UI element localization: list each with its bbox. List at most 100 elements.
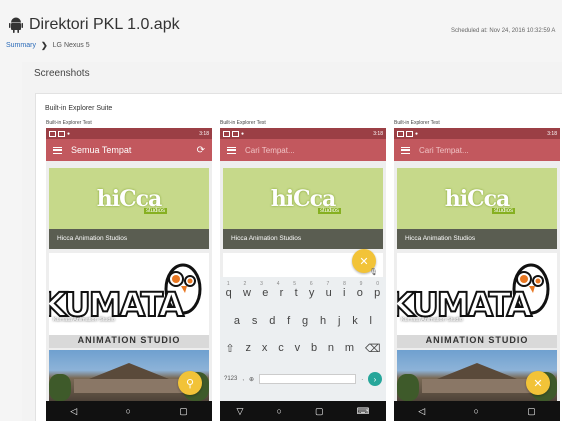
keyboard-row-1: qwertyuiop bbox=[220, 287, 386, 299]
report-header: Direktori PKL 1.0.apk Summary ❯ LG Nexus… bbox=[0, 0, 562, 60]
keyboard-key[interactable]: y bbox=[309, 287, 315, 299]
soft-keyboard[interactable]: 🎙 1234567890 qwertyuiop asdfghjkl ⇧ z x c v b… bbox=[220, 269, 386, 401]
keyboard-key[interactable]: h bbox=[320, 315, 326, 327]
gallery-icon bbox=[58, 130, 65, 137]
space-key[interactable] bbox=[259, 374, 357, 384]
kumata-logo-sub: ANIMATION STUDIO bbox=[49, 335, 209, 348]
go-key[interactable]: › bbox=[368, 372, 382, 386]
hicca-logo-sub: studios bbox=[492, 208, 516, 214]
card-caption: Hicca Animation Studios bbox=[49, 229, 209, 249]
keyboard-key[interactable]: j bbox=[338, 315, 340, 327]
home-icon[interactable]: ○ bbox=[125, 406, 130, 416]
keyboard-key[interactable]: i bbox=[343, 287, 345, 299]
suite-title: Built-in Explorer Suite bbox=[45, 105, 113, 112]
keyboard-key[interactable]: t bbox=[295, 287, 298, 299]
hicca-logo: hiCca bbox=[96, 186, 163, 212]
keyboard-key[interactable]: o bbox=[357, 287, 363, 299]
screenshot-1[interactable]: ● 3:18 Semua Tempat ⟳ hiCca studios Hicc… bbox=[46, 128, 212, 421]
status-time: 3:18 bbox=[373, 130, 383, 137]
keyboard-row-4: ?123 , ⊕ . › bbox=[224, 372, 382, 386]
status-bar: ● 3:18 bbox=[220, 128, 386, 139]
keyboard-key[interactable]: k bbox=[352, 315, 358, 327]
app-bar: Cari Tempat... bbox=[394, 139, 560, 161]
chevron-right-icon: ❯ bbox=[40, 41, 48, 50]
gallery-icon bbox=[397, 130, 404, 137]
screenshot-3[interactable]: ● 3:18 Cari Tempat... hiCca studios Hicc… bbox=[394, 128, 560, 421]
screenshot-label: Built-in Explorer Test bbox=[394, 120, 440, 126]
hicca-logo-sub: studios bbox=[144, 208, 168, 214]
keyboard-key[interactable]: r bbox=[280, 287, 284, 299]
keyboard-key[interactable]: f bbox=[287, 315, 290, 327]
keyboard-key[interactable]: x bbox=[262, 342, 268, 355]
section-title: Screenshots bbox=[34, 68, 90, 79]
hicca-logo: hiCca bbox=[444, 186, 511, 212]
home-icon[interactable]: ○ bbox=[473, 406, 478, 416]
kumata-logo-sub: ANIMATION STUDIO bbox=[397, 335, 557, 348]
search-fab-button[interactable]: ⚲ bbox=[178, 371, 202, 395]
menu-icon[interactable] bbox=[227, 146, 236, 154]
appbar-title: Semua Tempat bbox=[71, 145, 132, 155]
keyboard-key[interactable]: l bbox=[370, 315, 372, 327]
keyboard-key[interactable]: g bbox=[302, 315, 308, 327]
page-title: Direktori PKL 1.0.apk bbox=[9, 16, 180, 34]
place-card-hicca[interactable]: hiCca studios Hicca Animation Studios bbox=[223, 168, 383, 249]
keyboard-key[interactable]: v bbox=[295, 342, 301, 355]
menu-icon[interactable] bbox=[401, 146, 410, 154]
android-nav-bar: ◁ ○ ▢ bbox=[394, 401, 560, 421]
keyboard-key[interactable]: z bbox=[246, 342, 252, 355]
status-bar: ● 3:18 bbox=[394, 128, 560, 139]
back-icon[interactable]: ◁ bbox=[418, 406, 425, 417]
keyboard-key[interactable]: a bbox=[234, 315, 240, 327]
keyboard-key[interactable]: n bbox=[328, 342, 334, 355]
app-bar: Semua Tempat ⟳ bbox=[46, 139, 212, 161]
search-input[interactable]: Cari Tempat... bbox=[419, 146, 469, 155]
place-card-hicca[interactable]: hiCca studios Hicca Animation Studios bbox=[397, 168, 557, 249]
refresh-icon[interactable]: ⟳ bbox=[197, 145, 205, 156]
hicca-logo: hiCca bbox=[270, 186, 337, 212]
back-icon[interactable]: ◁ bbox=[70, 406, 77, 417]
keyboard-key[interactable]: b bbox=[311, 342, 317, 355]
keyboard-key[interactable]: d bbox=[269, 315, 275, 327]
symbols-key[interactable]: ?123 bbox=[224, 376, 237, 382]
place-card-kumata[interactable]: KUMATA Kumata Animation Studio ANIMATION… bbox=[49, 253, 209, 348]
keyboard-key[interactable]: u bbox=[326, 287, 332, 299]
recents-icon[interactable]: ▢ bbox=[527, 406, 536, 417]
status-time: 3:18 bbox=[199, 130, 209, 137]
recents-icon[interactable]: ▢ bbox=[315, 406, 324, 417]
location-icon: ● bbox=[67, 130, 71, 137]
android-nav-bar: ◁ ○ ▢ bbox=[46, 401, 212, 421]
menu-icon[interactable] bbox=[53, 146, 62, 154]
mic-icon[interactable]: 🎙 bbox=[369, 268, 378, 276]
keyboard-key[interactable]: p bbox=[374, 287, 380, 299]
keyboard-key[interactable]: c bbox=[278, 342, 284, 355]
search-input[interactable]: Cari Tempat... bbox=[245, 146, 295, 155]
keyboard-key[interactable]: s bbox=[252, 315, 258, 327]
keyboard-key[interactable]: q bbox=[226, 287, 232, 299]
keyboard-row-2: asdfghjkl bbox=[220, 315, 386, 327]
close-fab-button[interactable]: ✕ bbox=[526, 371, 550, 395]
card-caption: Kumata Animation Studio bbox=[53, 317, 115, 323]
keyboard-key[interactable]: w bbox=[243, 287, 251, 299]
screenshot-label: Built-in Explorer Test bbox=[220, 120, 266, 126]
comma-key[interactable]: , bbox=[242, 376, 244, 382]
hide-keyboard-icon[interactable]: ▽ bbox=[237, 406, 244, 417]
keyboard-key[interactable]: m bbox=[345, 342, 354, 355]
keyboard-icon[interactable]: ⌨ bbox=[356, 406, 369, 417]
globe-icon[interactable]: ⊕ bbox=[249, 376, 254, 383]
keyboard-key[interactable]: ⌫ bbox=[365, 342, 381, 355]
period-key[interactable]: . bbox=[361, 376, 363, 382]
location-icon: ● bbox=[241, 130, 245, 137]
status-bar: ● 3:18 bbox=[46, 128, 212, 139]
gallery-icon bbox=[232, 130, 239, 137]
keyboard-key[interactable]: ⇧ bbox=[225, 342, 234, 355]
place-card-kumata[interactable]: KUMATA Kumata Animation Studio ANIMATION… bbox=[397, 253, 557, 348]
screenshot-2[interactable]: ● 3:18 Cari Tempat... hiCca studios Hicc… bbox=[220, 128, 386, 421]
breadcrumb-summary-link[interactable]: Summary bbox=[6, 42, 36, 49]
keyboard-key[interactable]: e bbox=[262, 287, 268, 299]
gallery-icon bbox=[223, 130, 230, 137]
home-icon[interactable]: ○ bbox=[276, 406, 281, 416]
recents-icon[interactable]: ▢ bbox=[179, 406, 188, 417]
hicca-logo-sub: studios bbox=[318, 208, 342, 214]
screenshot-label: Built-in Explorer Test bbox=[46, 120, 92, 126]
place-card-hicca[interactable]: hiCca studios Hicca Animation Studios bbox=[49, 168, 209, 249]
